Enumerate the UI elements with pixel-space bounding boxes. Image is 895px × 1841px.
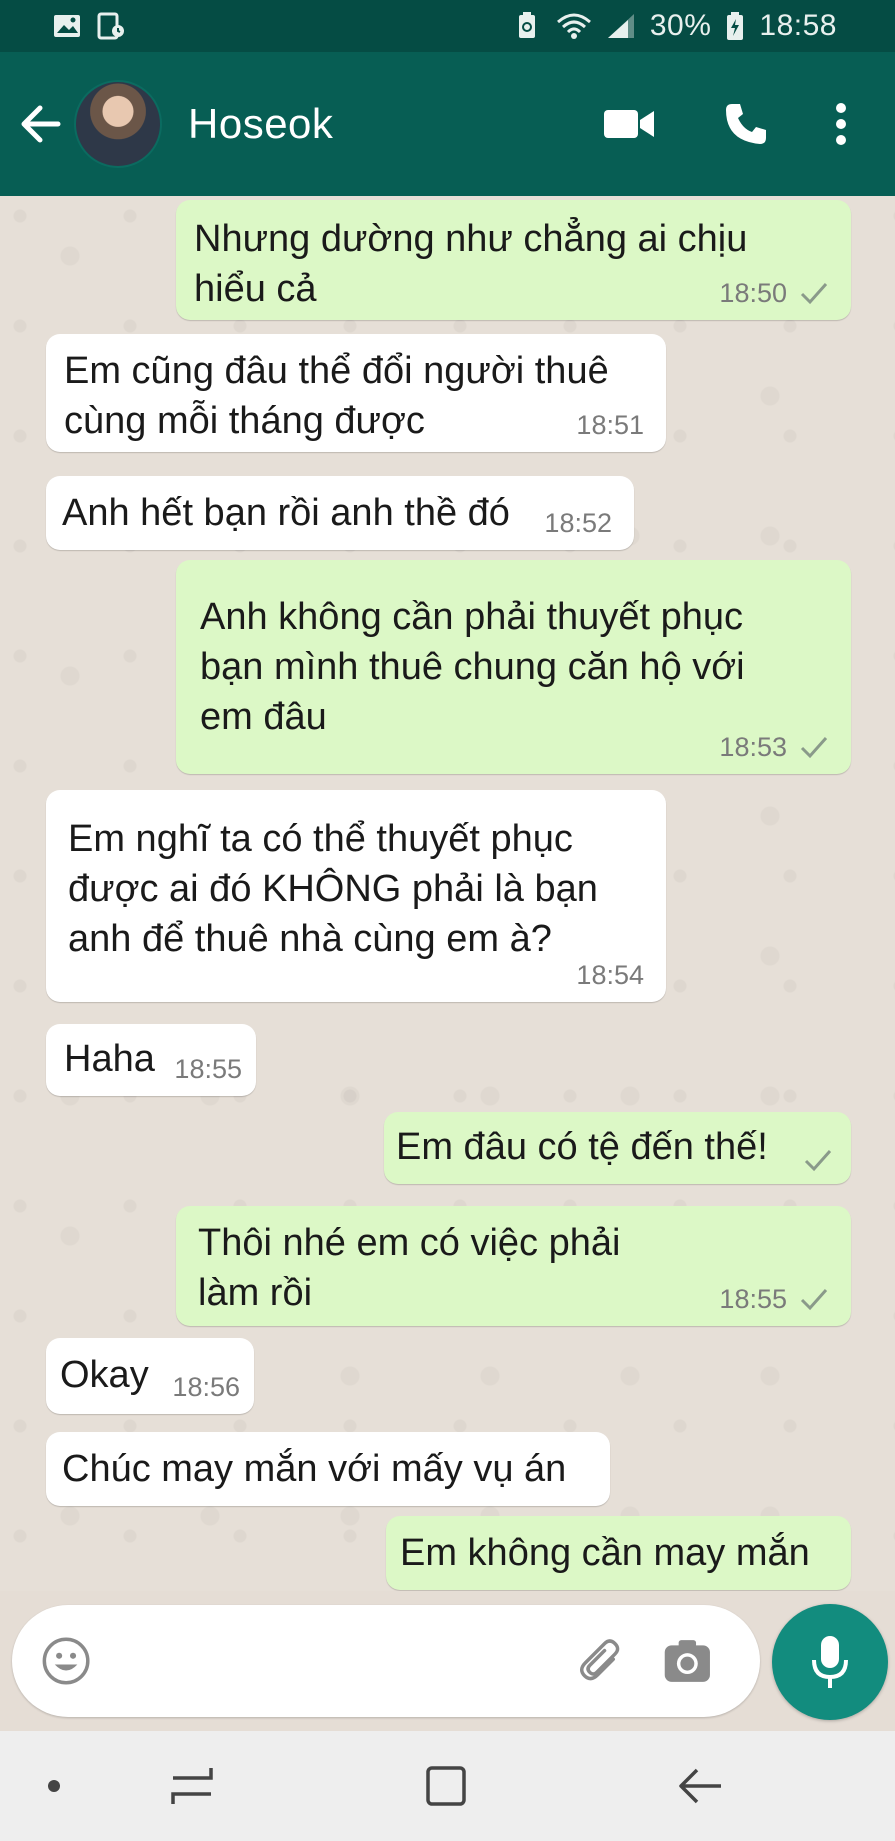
message-meta bbox=[803, 1148, 833, 1172]
system-nav-bar bbox=[0, 1731, 895, 1841]
more-vert-icon bbox=[836, 103, 846, 145]
video-call-button[interactable] bbox=[589, 52, 669, 196]
home-icon bbox=[426, 1766, 466, 1806]
message-text: Em không cần may mắn bbox=[400, 1532, 810, 1574]
message-bubble-outgoing[interactable]: Anh không cần phải thuyết phục bạn mình … bbox=[176, 560, 851, 774]
message-bubble-incoming[interactable]: Chúc may mắn với mấy vụ án bbox=[46, 1432, 610, 1506]
message-bubble-incoming[interactable]: Em cũng đâu thể đổi người thuê cùng mỗi … bbox=[46, 334, 666, 452]
nav-dot-button[interactable] bbox=[30, 1731, 78, 1841]
status-right: 30% 18:58 bbox=[512, 9, 837, 43]
signal-icon bbox=[607, 14, 634, 38]
message-meta: 18:53 bbox=[719, 732, 829, 762]
dot-icon bbox=[48, 1780, 60, 1792]
message-meta: 18:51 bbox=[576, 410, 644, 440]
message-meta: 18:52 bbox=[544, 508, 612, 538]
message-time: 18:55 bbox=[174, 1054, 242, 1084]
avatar[interactable] bbox=[74, 80, 162, 168]
message-bubble-outgoing[interactable]: Em đâu có tệ đến thế! bbox=[384, 1112, 851, 1184]
message-text: Anh không cần phải thuyết phục bạn mình … bbox=[200, 596, 745, 738]
check-icon bbox=[804, 1150, 832, 1172]
message-meta: 18:54 bbox=[576, 960, 644, 990]
message-time: 18:52 bbox=[544, 508, 612, 538]
message-bubble-incoming[interactable]: Em nghĩ ta có thể thuyết phục được ai đó… bbox=[46, 790, 666, 1002]
message-meta: 18:50 bbox=[719, 278, 829, 308]
message-time: 18:56 bbox=[172, 1372, 240, 1402]
message-meta: 18:56 bbox=[172, 1372, 240, 1402]
screenshot-icon bbox=[97, 12, 124, 40]
message-meta: 18:55 bbox=[174, 1054, 242, 1084]
clock: 18:58 bbox=[759, 9, 837, 42]
message-time: 18:55 bbox=[719, 1284, 787, 1314]
mic-icon bbox=[812, 1636, 848, 1688]
message-bubble-outgoing[interactable]: Thôi nhé em có việc phải làm rồi 18:55 bbox=[176, 1206, 851, 1326]
message-compose-bar bbox=[12, 1605, 760, 1717]
attach-icon[interactable] bbox=[575, 1631, 627, 1691]
recent-apps-icon bbox=[171, 1768, 213, 1804]
back-arrow-icon bbox=[21, 105, 61, 143]
back-nav-button[interactable] bbox=[670, 1731, 730, 1841]
message-input[interactable] bbox=[110, 1640, 576, 1682]
message-text: Em đâu có tệ đến thế! bbox=[396, 1126, 768, 1168]
chat-area[interactable]: Nhưng dường như chẳng ai chịu hiểu cả 18… bbox=[0, 196, 895, 1591]
voice-call-button[interactable] bbox=[711, 52, 781, 196]
status-bar: 30% 18:58 bbox=[0, 0, 895, 52]
check-icon bbox=[800, 1289, 828, 1311]
back-icon bbox=[679, 1768, 721, 1804]
message-text: Em nghĩ ta có thể thuyết phục được ai đó… bbox=[68, 818, 598, 960]
recent-apps-button[interactable] bbox=[160, 1731, 224, 1841]
phone-icon bbox=[726, 104, 766, 144]
message-text: Em cũng đâu thể đổi người thuê cùng mỗi … bbox=[64, 350, 609, 442]
gallery-icon bbox=[54, 15, 80, 37]
chat-header: Hoseok bbox=[0, 52, 895, 196]
recycle-icon bbox=[518, 12, 535, 38]
message-text: Haha bbox=[64, 1038, 155, 1080]
message-text-content: Anh hết bạn rồi anh thề đó bbox=[62, 492, 510, 534]
voice-message-button[interactable] bbox=[772, 1604, 888, 1720]
message-time: 18:51 bbox=[576, 410, 644, 440]
message-bubble-incoming[interactable]: Okay 18:56 bbox=[46, 1338, 254, 1414]
message-text: Chúc may mắn với mấy vụ án bbox=[62, 1448, 567, 1490]
video-call-icon bbox=[604, 110, 654, 138]
contact-name[interactable]: Hoseok bbox=[188, 100, 589, 148]
message-time: 18:50 bbox=[719, 278, 787, 308]
status-left bbox=[52, 12, 126, 40]
camera-icon[interactable] bbox=[663, 1633, 712, 1689]
back-button[interactable] bbox=[6, 52, 74, 196]
message-text: Anh hết bạn rồi anh thề đó bbox=[62, 492, 510, 534]
home-button[interactable] bbox=[416, 1731, 476, 1841]
check-icon bbox=[800, 283, 828, 305]
message-text: Okay bbox=[60, 1354, 149, 1396]
message-bubble-incoming[interactable]: Anh hết bạn rồi anh thề đó 18:52 bbox=[46, 476, 634, 550]
message-time: 18:54 bbox=[576, 960, 644, 990]
battery-percent: 30% bbox=[649, 9, 712, 42]
message-bubble-outgoing[interactable]: Em không cần may mắn bbox=[386, 1516, 851, 1590]
message-meta: 18:55 bbox=[719, 1284, 829, 1314]
message-time: 18:53 bbox=[719, 732, 787, 762]
wifi-icon bbox=[556, 13, 591, 39]
battery-icon bbox=[727, 12, 744, 40]
check-icon bbox=[800, 737, 828, 759]
more-options-button[interactable] bbox=[821, 52, 861, 196]
emoji-icon[interactable] bbox=[40, 1631, 92, 1691]
message-bubble-incoming[interactable]: Haha 18:55 bbox=[46, 1024, 256, 1096]
message-bubble-outgoing[interactable]: Nhưng dường như chẳng ai chịu hiểu cả 18… bbox=[176, 200, 851, 320]
